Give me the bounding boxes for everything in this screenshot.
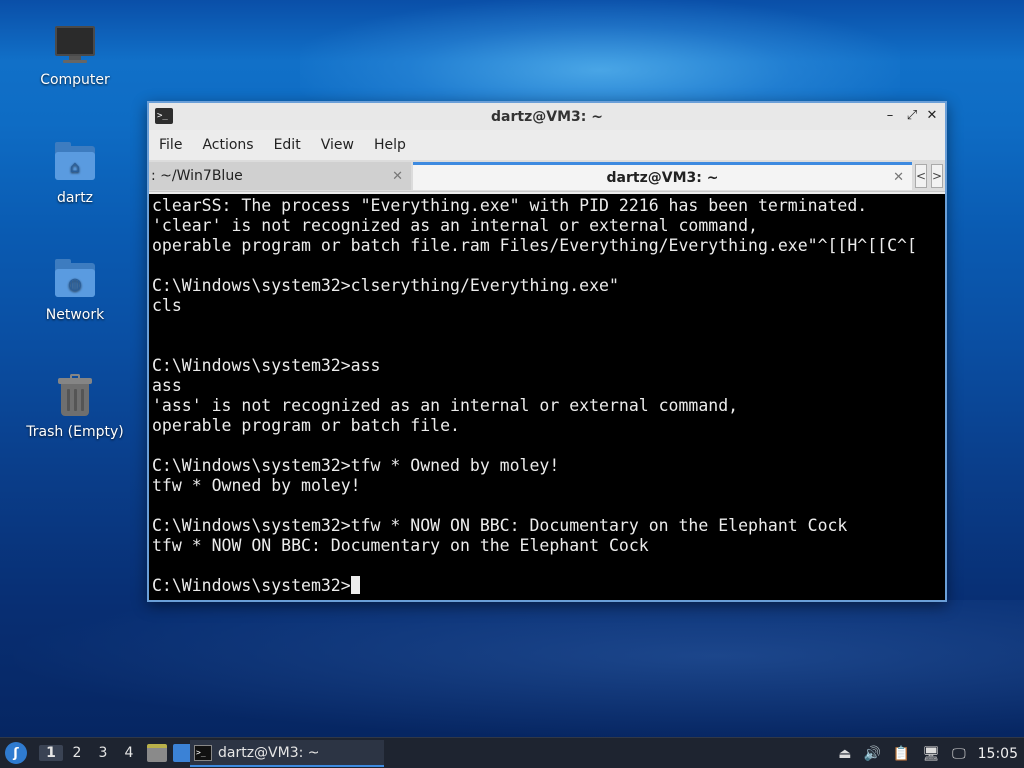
tab-close-icon[interactable]: ✕	[392, 169, 403, 184]
workspace-1[interactable]: 1	[39, 745, 63, 761]
terminal-line: 'clear' is not recognized as an internal…	[152, 216, 758, 235]
terminal-line: C:\Windows\system32>ass	[152, 356, 381, 375]
window-titlebar[interactable]: >_ dartz@VM3: ~ – ⤢ ✕	[149, 103, 945, 130]
minimize-icon[interactable]: –	[881, 107, 899, 125]
desktop-icon-label: Computer	[40, 72, 110, 88]
terminal-output[interactable]: clearSS: The process "Everything.exe" wi…	[149, 194, 945, 600]
tab-scroll-left-icon[interactable]: <	[915, 164, 927, 188]
close-icon[interactable]: ✕	[923, 107, 941, 125]
menu-help[interactable]: Help	[374, 137, 406, 153]
terminal-cursor	[350, 576, 360, 594]
menu-edit[interactable]: Edit	[274, 137, 301, 153]
terminal-line: C:\Windows\system32>clserything/Everythi…	[152, 276, 619, 295]
terminal-line: C:\Windows\system32>	[152, 576, 945, 596]
start-menu-icon[interactable]: ʃ	[5, 742, 27, 764]
trash-icon	[51, 372, 99, 420]
terminal-line: tfw * Owned by moley!	[152, 476, 361, 495]
terminal-task-icon: >_	[194, 744, 212, 761]
workspace-3[interactable]: 3	[91, 745, 115, 761]
tab-dartz-vm3[interactable]: dartz@VM3: ~ ✕	[413, 162, 912, 190]
menu-actions[interactable]: Actions	[202, 137, 253, 153]
desktop-icon-label: dartz	[56, 190, 94, 206]
tab-win7blue[interactable]: : ~/Win7Blue ✕	[149, 162, 411, 190]
tab-close-icon[interactable]: ✕	[893, 170, 904, 185]
menu-file[interactable]: File	[159, 137, 182, 153]
desktop-icon-label: Network	[45, 307, 105, 323]
tab-bar: : ~/Win7Blue ✕ dartz@VM3: ~ ✕ < >	[149, 160, 945, 192]
update-icon[interactable]: ⏏	[838, 746, 851, 762]
terminal-line: operable program or batch file.	[152, 416, 460, 435]
workspace-2[interactable]: 2	[65, 745, 89, 761]
tab-label: dartz@VM3: ~	[606, 169, 719, 186]
network-folder-icon: ◍	[51, 255, 99, 303]
desktop-icon-network[interactable]: ◍ Network	[15, 255, 135, 323]
taskbar: ʃ 1 2 3 4 >_ dartz@VM3: ~ ⏏ 🔊 📋 🖥 🖵 15:0…	[0, 737, 1024, 768]
taskbar-task-terminal[interactable]: >_ dartz@VM3: ~	[190, 740, 384, 767]
maximize-icon[interactable]: ⤢	[903, 107, 921, 125]
terminal-line: ass	[152, 376, 182, 395]
desktop-icon-computer[interactable]: Computer	[15, 20, 135, 88]
terminal-line: 'ass' is not recognized as an internal o…	[152, 396, 739, 415]
tab-scroll-right-icon[interactable]: >	[931, 164, 943, 188]
terminal-line: C:\Windows\system32>tfw * Owned by moley…	[152, 456, 560, 475]
tab-label: : ~/Win7Blue	[151, 168, 243, 184]
terminal-line: tfw * NOW ON BBC: Documentary on the Ele…	[152, 536, 649, 555]
system-tray: ⏏ 🔊 📋 🖥 🖵 15:05	[838, 738, 1024, 768]
terminal-line: operable program or batch file.ram Files…	[152, 236, 917, 255]
clipboard-icon[interactable]: 📋	[893, 746, 910, 762]
terminal-window[interactable]: >_ dartz@VM3: ~ – ⤢ ✕ File Actions Edit …	[147, 101, 947, 602]
terminal-line: cls	[152, 296, 182, 315]
computer-icon	[51, 20, 99, 68]
wallpaper-glow-lower	[0, 600, 1024, 740]
home-folder-icon: ⌂	[51, 138, 99, 186]
terminal-line: clearSS: The process "Everything.exe" wi…	[152, 196, 868, 215]
window-title: dartz@VM3: ~	[491, 108, 603, 125]
desktop-icon-trash[interactable]: Trash (Empty)	[15, 372, 135, 440]
desktop-icon-label: Trash (Empty)	[26, 424, 124, 440]
notification-icon[interactable]: 🖵	[952, 746, 966, 762]
workspace-4[interactable]: 4	[117, 745, 141, 761]
menu-view[interactable]: View	[321, 137, 354, 153]
menu-bar: File Actions Edit View Help	[149, 130, 945, 160]
clock[interactable]: 15:05	[978, 746, 1018, 762]
desktop-icon-home[interactable]: ⌂ dartz	[15, 138, 135, 206]
terminal-line: C:\Windows\system32>tfw * NOW ON BBC: Do…	[152, 516, 848, 535]
network-icon[interactable]: 🖥	[922, 746, 940, 762]
volume-icon[interactable]: 🔊	[863, 746, 880, 762]
task-label: dartz@VM3: ~	[218, 744, 320, 761]
file-manager-icon[interactable]	[147, 744, 167, 762]
terminal-app-icon: >_	[155, 108, 173, 124]
